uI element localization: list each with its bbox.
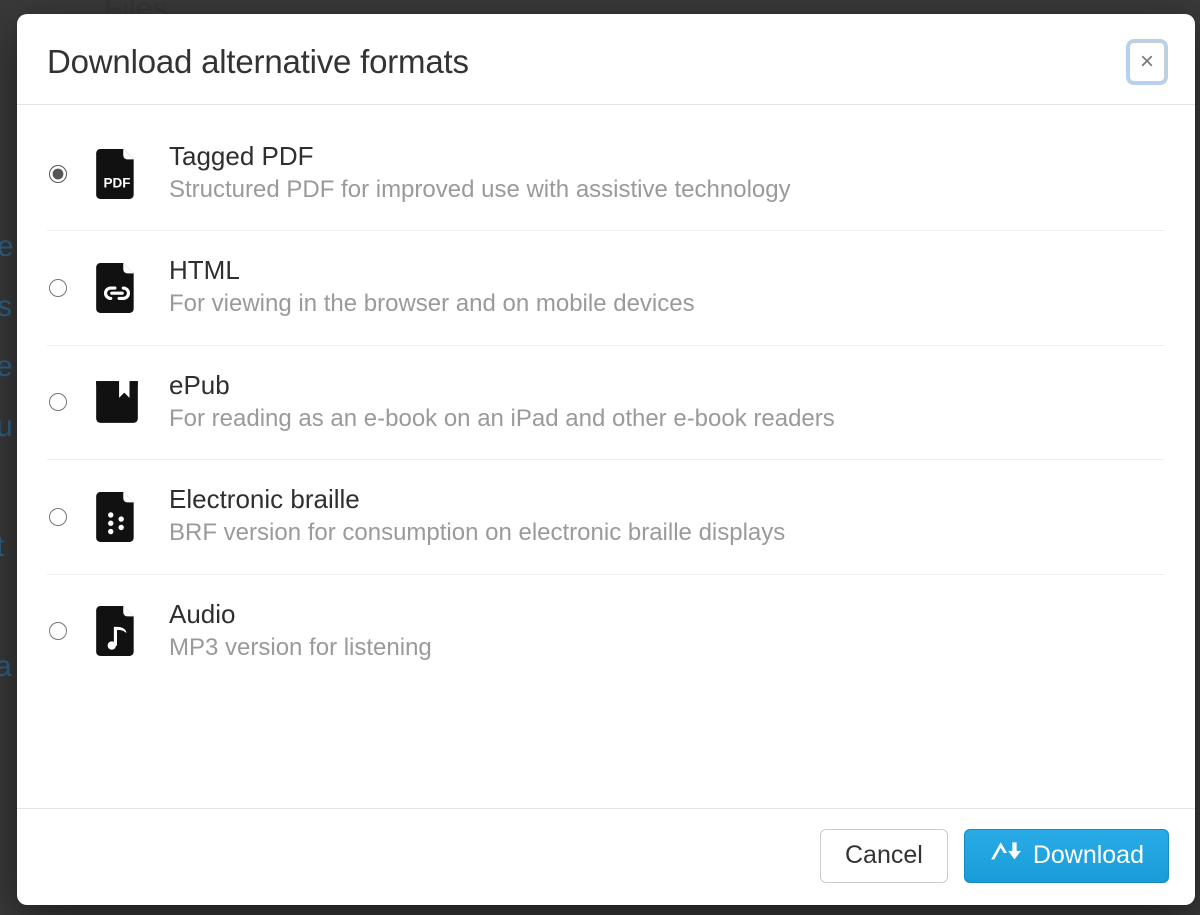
format-title: HTML — [169, 255, 1159, 286]
backdrop-text: s — [0, 290, 12, 324]
format-description: Structured PDF for improved use with ass… — [169, 174, 1159, 206]
format-option-html[interactable]: HTML For viewing in the browser and on m… — [47, 231, 1165, 345]
download-arrow-icon — [989, 842, 1023, 869]
format-description: BRF version for consumption on electroni… — [169, 517, 1159, 549]
format-option-tagged-pdf[interactable]: PDF Tagged PDF Structured PDF for improv… — [47, 117, 1165, 231]
close-button[interactable]: × — [1129, 42, 1165, 82]
dialog-body: PDF Tagged PDF Structured PDF for improv… — [17, 105, 1195, 808]
format-text: Audio MP3 version for listening — [169, 599, 1159, 664]
format-option-epub[interactable]: ePub For reading as an e-book on an iPad… — [47, 346, 1165, 460]
backdrop-text: e — [0, 230, 14, 264]
download-formats-dialog: Download alternative formats × PDF Tagge… — [17, 14, 1195, 905]
pdf-file-icon: PDF — [93, 146, 141, 202]
backdrop-text: u — [0, 410, 13, 444]
cancel-button[interactable]: Cancel — [820, 829, 948, 883]
svg-text:PDF: PDF — [103, 175, 130, 190]
format-title: Audio — [169, 599, 1159, 630]
format-option-braille[interactable]: Electronic braille BRF version for consu… — [47, 460, 1165, 574]
dialog-header: Download alternative formats × — [17, 14, 1195, 105]
html-link-file-icon — [93, 260, 141, 316]
format-list: PDF Tagged PDF Structured PDF for improv… — [47, 117, 1165, 688]
backdrop-text: a — [0, 650, 12, 684]
format-text: Tagged PDF Structured PDF for improved u… — [169, 141, 1159, 206]
format-radio-tagged-pdf[interactable] — [49, 165, 67, 183]
backdrop-text: t — [0, 530, 4, 564]
format-radio-html[interactable] — [49, 279, 67, 297]
format-title: ePub — [169, 370, 1159, 401]
download-button[interactable]: Download — [964, 829, 1169, 883]
format-text: ePub For reading as an e-book on an iPad… — [169, 370, 1159, 435]
format-radio-braille[interactable] — [49, 508, 67, 526]
format-description: For viewing in the browser and on mobile… — [169, 288, 1159, 320]
braille-file-icon — [93, 489, 141, 545]
dialog-title: Download alternative formats — [47, 43, 469, 81]
format-radio-audio[interactable] — [49, 622, 67, 640]
format-text: HTML For viewing in the browser and on m… — [169, 255, 1159, 320]
dialog-footer: Cancel Download — [17, 808, 1195, 905]
format-description: MP3 version for listening — [169, 632, 1159, 664]
format-text: Electronic braille BRF version for consu… — [169, 484, 1159, 549]
format-option-audio[interactable]: Audio MP3 version for listening — [47, 575, 1165, 688]
format-radio-epub[interactable] — [49, 393, 67, 411]
epub-book-icon — [93, 374, 141, 430]
download-button-label: Download — [1033, 843, 1144, 868]
format-title: Tagged PDF — [169, 141, 1159, 172]
format-description: For reading as an e-book on an iPad and … — [169, 403, 1159, 435]
backdrop-text: e — [0, 350, 13, 384]
audio-file-icon — [93, 603, 141, 659]
format-title: Electronic braille — [169, 484, 1159, 515]
